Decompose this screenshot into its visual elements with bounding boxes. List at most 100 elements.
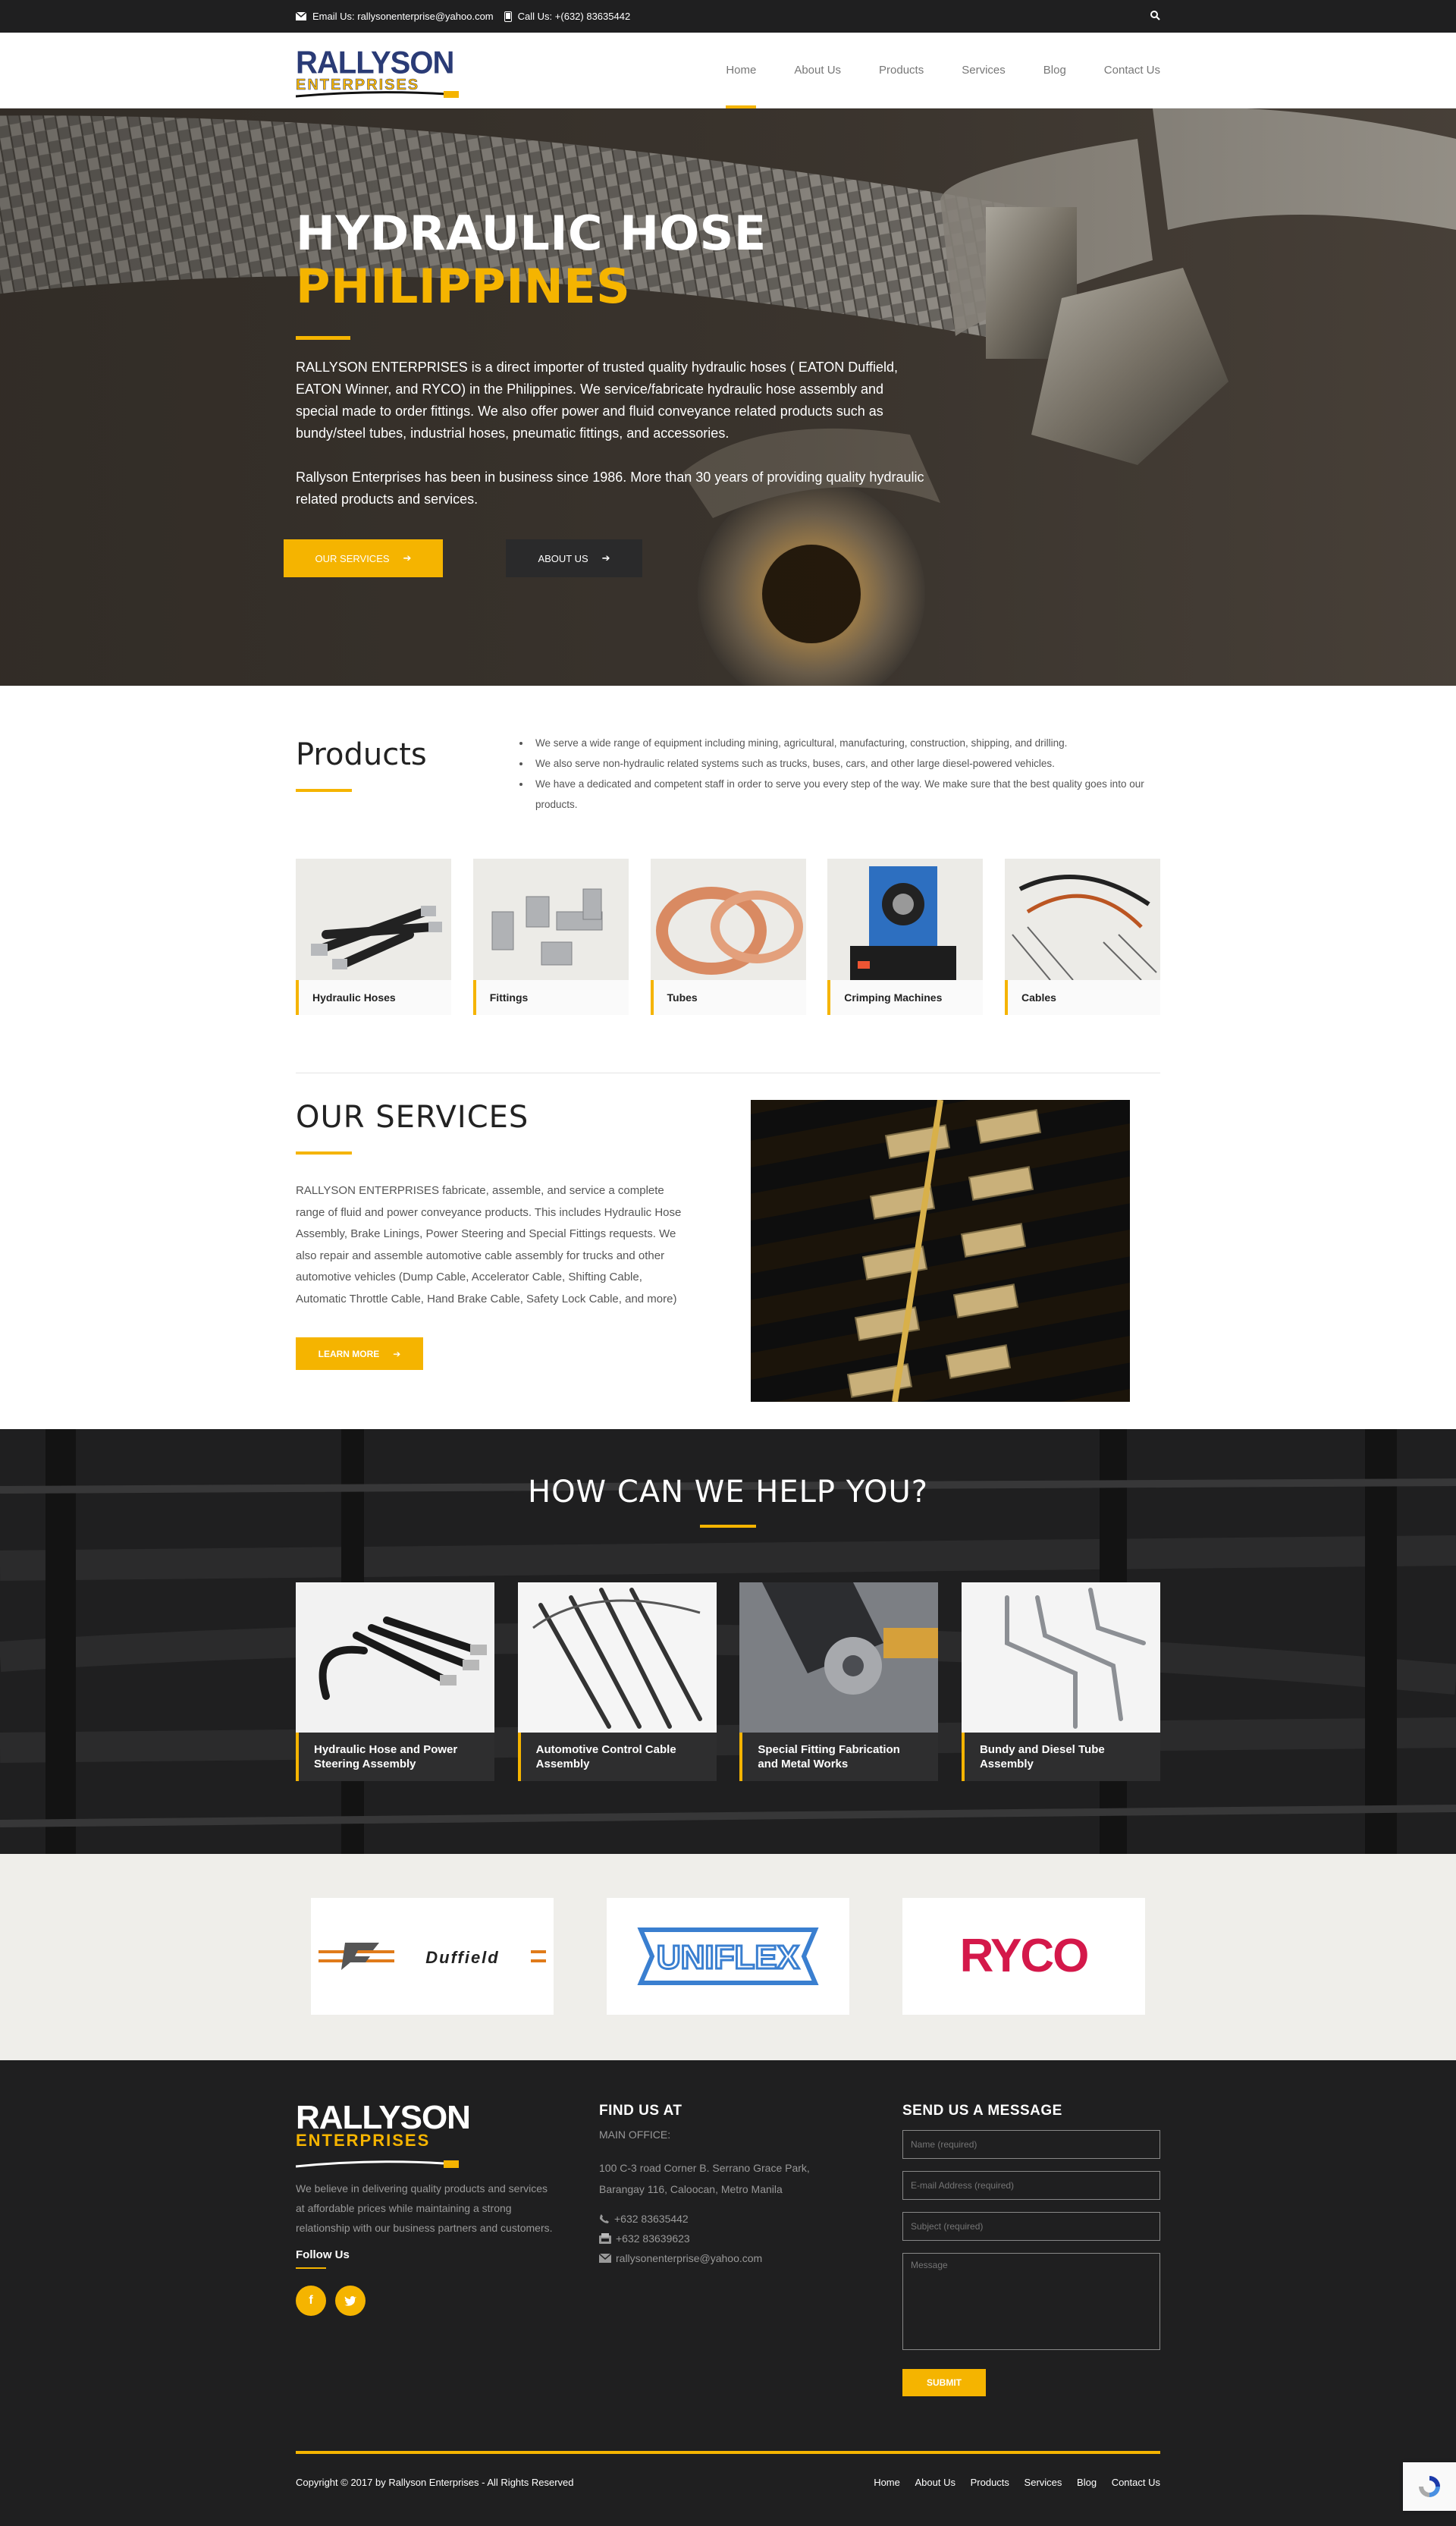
footer-phone-2[interactable]: +632 83639623 (599, 2229, 902, 2248)
topbar-email[interactable]: Email Us: rallysonenterprise@yahoo.com (296, 11, 494, 22)
brand-uniflex-logo[interactable]: UNIFLEX (607, 1898, 849, 2015)
help-card-label: Special Fitting Fabrication and Metal Wo… (739, 1733, 939, 1781)
tubes-image (650, 859, 806, 980)
help-title: HOW CAN WE HELP YOU? (527, 1475, 928, 1510)
twitter-icon[interactable] (335, 2286, 366, 2316)
search-icon[interactable] (1150, 11, 1160, 20)
send-message-heading: SEND US A MESSAGE (902, 2103, 1062, 2119)
footer-logo[interactable]: RALLYSON ENTERPRISES (296, 2099, 599, 2171)
fax-icon (599, 2233, 611, 2244)
site-footer: RALLYSON ENTERPRISES We believe in deliv… (0, 2060, 1456, 2526)
email-value[interactable]: rallysonenterprise@yahoo.com (357, 11, 493, 22)
subject-input[interactable] (902, 2212, 1160, 2241)
copyright-text: Copyright © 2017 by Rallyson Enterprises… (296, 2477, 574, 2488)
nav-contact-us[interactable]: Contact Us (1104, 33, 1160, 108)
footer-logo-line1: RALLYSON (296, 2099, 471, 2136)
products-section: Products We serve a wide range of equipm… (0, 686, 1456, 1073)
product-card-tubes[interactable]: Tubes (650, 859, 806, 1015)
footer-link-services[interactable]: Services (1025, 2477, 1062, 2488)
main-office-label: MAIN OFFICE: (599, 2129, 671, 2141)
brand-ryco-name: RYCO (960, 1930, 1088, 1982)
nav-services[interactable]: Services (962, 33, 1006, 108)
logo[interactable]: RALLYSON ENTERPRISES (296, 36, 470, 105)
nav-about-us[interactable]: About Us (794, 33, 841, 108)
learn-more-label: LEARN MORE (318, 1348, 380, 1359)
product-card-label: Tubes (650, 980, 806, 1015)
brands-section: Duffield UNIFLEX RYCO (0, 1854, 1456, 2060)
footer-link-contact-us[interactable]: Contact Us (1112, 2477, 1160, 2488)
email-label: Email Us: (312, 11, 355, 22)
footer-phone-1[interactable]: +632 83635442 (599, 2209, 902, 2229)
brand-ryco-logo[interactable]: RYCO (902, 1898, 1145, 2015)
nav-home[interactable]: Home (726, 33, 757, 108)
help-section: HOW CAN WE HELP YOU? Hydraulic Hose and … (0, 1429, 1456, 1854)
hero-title-line1: HYDRAULIC HOSE (296, 206, 767, 261)
envelope-icon (296, 12, 306, 20)
phone-icon (600, 2214, 609, 2223)
help-card-control-cable[interactable]: Automotive Control Cable Assembly (517, 1582, 717, 1781)
name-input[interactable] (902, 2130, 1160, 2159)
footer-link-home[interactable]: Home (874, 2477, 900, 2488)
our-services-label: OUR SERVICES (315, 552, 390, 564)
topbar-phone[interactable]: Call Us: +(632) 83635442 (504, 11, 630, 22)
hydraulic-hoses-image (296, 859, 451, 980)
top-bar: Email Us: rallysonenterprise@yahoo.com C… (0, 0, 1456, 33)
help-card-label: Automotive Control Cable Assembly (517, 1733, 717, 1781)
logo-line1: RALLYSON (296, 45, 454, 81)
product-card-hydraulic-hoses[interactable]: Hydraulic Hoses (296, 859, 451, 1015)
find-us-heading: FIND US AT (599, 2103, 682, 2119)
cables-image (1005, 859, 1160, 980)
message-textarea[interactable] (902, 2253, 1160, 2350)
main-nav: Home About Us Products Services Blog Con… (688, 33, 1160, 108)
product-card-cables[interactable]: Cables (1005, 859, 1160, 1015)
hose-fittings-photo (751, 1100, 1130, 1402)
services-section: OUR SERVICES RALLYSON ENTERPRISES fabric… (0, 1073, 1456, 1429)
brand-uniflex-name: UNIFLEX (657, 1939, 799, 1976)
help-card-bundy-tube[interactable]: Bundy and Diesel Tube Assembly (961, 1582, 1160, 1781)
nav-products[interactable]: Products (879, 33, 924, 108)
learn-more-button[interactable]: LEARN MORE ➔ (296, 1337, 423, 1370)
recaptcha-badge[interactable] (1403, 2462, 1456, 2511)
phone-value[interactable]: +(632) 83635442 (555, 11, 630, 22)
footer-phone-1-value: +632 83635442 (614, 2213, 689, 2225)
help-card-label: Hydraulic Hose and Power Steering Assemb… (296, 1733, 494, 1781)
fitting-fabrication-image (739, 1582, 939, 1733)
about-us-label: ABOUT US (538, 552, 588, 564)
footer-description: We believe in delivering quality product… (296, 2182, 553, 2234)
envelope-icon (599, 2254, 611, 2263)
footer-links: Home About Us Products Services Blog Con… (861, 2477, 1160, 2488)
footer-link-products[interactable]: Products (971, 2477, 1009, 2488)
hero-paragraph-1: RALLYSON ENTERPRISES is a direct importe… (296, 360, 898, 441)
phone-label: Call Us: (517, 11, 553, 22)
products-bullets: We serve a wide range of equipment inclu… (516, 733, 1145, 815)
help-card-hose-assembly[interactable]: Hydraulic Hose and Power Steering Assemb… (296, 1582, 494, 1781)
control-cable-image (517, 1582, 717, 1733)
fittings-image (472, 859, 629, 980)
nav-blog[interactable]: Blog (1043, 33, 1066, 108)
email-input[interactable] (902, 2171, 1160, 2200)
brand-duffield-name: Duffield (425, 1948, 499, 1967)
products-bullet: We also serve non-hydraulic related syst… (531, 753, 1145, 774)
facebook-icon[interactable]: f (296, 2286, 326, 2316)
footer-email[interactable]: rallysonenterprise@yahoo.com (599, 2248, 902, 2268)
footer-link-about-us[interactable]: About Us (915, 2477, 956, 2488)
product-card-fittings[interactable]: Fittings (472, 859, 629, 1015)
hero-title-line2: PHILIPPINES (296, 259, 631, 314)
hose-assembly-image (296, 1582, 494, 1733)
recaptcha-icon (1419, 2476, 1440, 2497)
follow-us-heading: Follow Us (296, 2248, 350, 2261)
about-us-button[interactable]: ABOUT US ➔ (506, 539, 642, 577)
product-card-label: Hydraulic Hoses (296, 980, 451, 1015)
hero-section: HYDRAULIC HOSE PHILIPPINES RALLYSON ENTE… (0, 108, 1456, 686)
submit-button[interactable]: SUBMIT (902, 2369, 986, 2396)
products-bullet: We serve a wide range of equipment inclu… (531, 733, 1145, 753)
logo-swoosh-icon (296, 91, 459, 98)
our-services-button[interactable]: OUR SERVICES ➔ (284, 539, 443, 577)
help-card-fitting-fabrication[interactable]: Special Fitting Fabrication and Metal Wo… (739, 1582, 939, 1781)
product-card-crimping-machines[interactable]: Crimping Machines (827, 859, 984, 1015)
product-card-label: Cables (1005, 980, 1160, 1015)
bundy-tube-image (961, 1582, 1160, 1733)
brand-duffield-logo[interactable]: Duffield (311, 1898, 554, 2015)
help-card-label: Bundy and Diesel Tube Assembly (961, 1733, 1160, 1781)
footer-link-blog[interactable]: Blog (1077, 2477, 1097, 2488)
